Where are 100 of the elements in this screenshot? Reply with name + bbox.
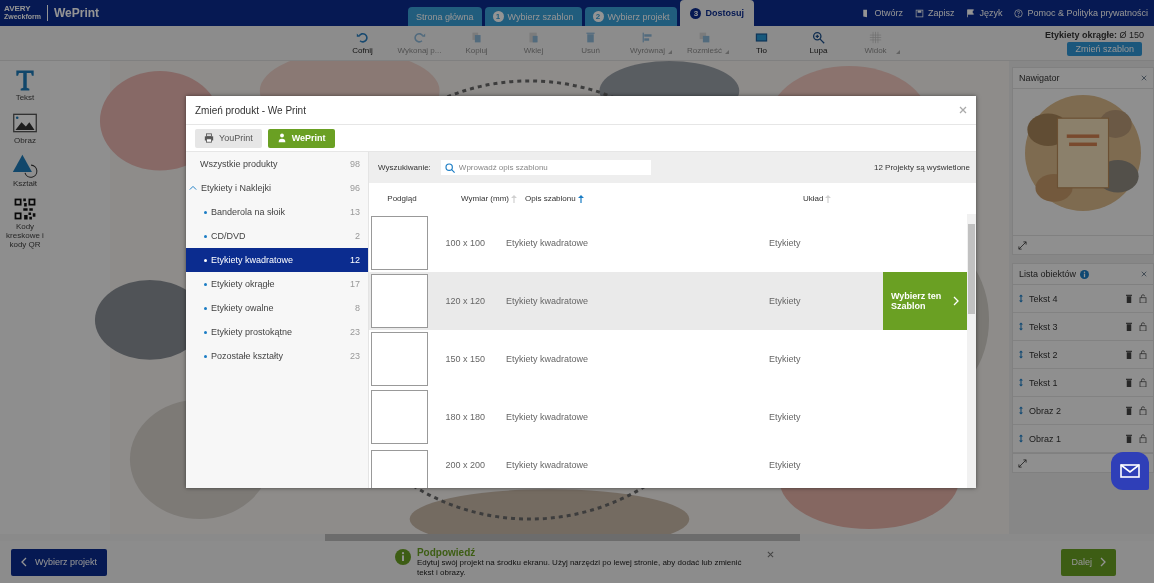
table-cell-text: Etykiety (769, 354, 802, 364)
trash-icon[interactable] (1125, 378, 1133, 387)
object-name[interactable]: Tekst 2 (1029, 349, 1119, 360)
chevron-right-icon (953, 296, 959, 306)
help-icon (1014, 8, 1024, 18)
table-cell-text: Etykiety kwadratowe (505, 412, 590, 422)
product-info: Etykiety okrągłe: Ø 150 (1044, 30, 1144, 40)
search-field[interactable]: Wprowadź opis szablonu (440, 160, 651, 175)
table-cell-text: 180 x 180 (444, 412, 486, 422)
sort-arrow-icon[interactable] (577, 194, 584, 203)
table-cell-text: 200 x 200 (444, 460, 486, 470)
product-name: WePrint (53, 6, 100, 20)
drag-handle-icon[interactable] (1019, 350, 1023, 359)
close-icon[interactable] (959, 106, 967, 114)
lock-icon[interactable] (1139, 322, 1147, 331)
template-preview (371, 390, 428, 444)
object-name[interactable]: Tekst 3 (1029, 321, 1119, 332)
category-item[interactable]: Wszystkie produkty 98 (186, 152, 368, 176)
chevron-left-icon (21, 557, 27, 567)
header-link[interactable]: Zapisz (914, 8, 955, 18)
drag-handle-icon[interactable] (1019, 294, 1023, 303)
scrollbar[interactable] (967, 214, 976, 488)
qr-code-icon (12, 196, 38, 222)
table-cell-text: Etykiety kwadratowe (505, 354, 590, 364)
column-header[interactable]: Opis szablonu (523, 194, 803, 203)
choose-template-button[interactable]: Wybierz ten Szablon (883, 272, 967, 330)
table-cell-text: Etykiety (769, 296, 802, 306)
tool-button[interactable]: Kształt (2, 153, 48, 188)
tool-button[interactable]: Obraz (2, 110, 48, 145)
column-header[interactable]: Układ (803, 194, 893, 203)
chat-button[interactable] (1111, 452, 1149, 490)
lock-icon[interactable] (1139, 294, 1147, 303)
panel-title: Lista obiektów (1019, 269, 1077, 279)
lock-icon[interactable] (1139, 406, 1147, 415)
zoom-in-icon (812, 31, 825, 44)
category-item[interactable]: Pozostałe kształty 23 (186, 344, 368, 368)
lock-icon[interactable] (1139, 378, 1147, 387)
selected-row[interactable]: 120 x 120 Etykiety kwadratowe Etykiety Wybierz ten Szablon (369, 272, 967, 330)
trash-icon[interactable] (1125, 350, 1133, 359)
column-header[interactable]: Wymiar (mm) (433, 194, 523, 203)
table-cell-text: Etykiety kwadratowe (505, 296, 590, 306)
category-item[interactable]: Etykiety prostokątne 23 (186, 320, 368, 344)
result-count: 12 Projekty są wyświetlone (873, 163, 970, 172)
category-item[interactable]: Etykiety okrągłe 17 (186, 272, 368, 296)
step-tab[interactable]: 3 Dostosuj (680, 0, 754, 26)
template-preview (371, 274, 428, 328)
header-link[interactable]: Język (966, 8, 1003, 18)
panel-title: Nawigator (1019, 73, 1060, 83)
category-item[interactable]: Etykiety kwadratowe 12 (186, 248, 368, 272)
close-icon[interactable] (1141, 271, 1147, 277)
object-name[interactable]: Tekst 4 (1029, 293, 1119, 304)
object-name[interactable]: Obraz 2 (1029, 405, 1119, 416)
table-cell-text: Etykiety (769, 412, 802, 422)
info-icon (394, 548, 411, 565)
undo-icon (356, 31, 369, 44)
info-icon[interactable] (1080, 269, 1090, 279)
trash-icon[interactable] (1125, 294, 1133, 303)
drag-handle-icon[interactable] (1019, 378, 1023, 387)
lock-icon[interactable] (1139, 434, 1147, 443)
trash-icon[interactable] (1125, 322, 1133, 331)
category-item[interactable]: CD/DVD 2 (186, 224, 368, 248)
back-button[interactable]: Wybierz projekt (11, 548, 107, 576)
mail-icon (1120, 464, 1140, 478)
header-link[interactable]: Pomoc & Polityka prywatności (1014, 8, 1148, 18)
category-item[interactable]: Etykiety i Naklejki 96 (186, 176, 368, 200)
source-tab[interactable]: YouPrint (195, 128, 262, 148)
trash-icon[interactable] (1125, 406, 1133, 415)
chevron-right-icon (1100, 557, 1106, 567)
hint-title: Podpowiedź (416, 546, 477, 558)
trash-icon[interactable] (1125, 434, 1133, 443)
tool-button[interactable]: Tekst (2, 67, 48, 102)
template-preview (371, 332, 428, 386)
drag-handle-icon[interactable] (1019, 434, 1023, 443)
table-cell-text: 150 x 150 (444, 354, 486, 364)
toolbar-button[interactable]: Lupa (790, 26, 847, 60)
source-tab[interactable]: WePrint (267, 128, 335, 148)
toolbar-button[interactable]: Tło (733, 26, 790, 60)
object-name[interactable]: Obraz 1 (1029, 433, 1119, 444)
close-icon[interactable] (1141, 75, 1147, 81)
expand-icon[interactable] (1018, 240, 1027, 250)
toolbar-button[interactable]: Cofnij (334, 26, 391, 60)
lock-icon[interactable] (1139, 350, 1147, 359)
drag-handle-icon[interactable] (1019, 406, 1023, 415)
search-label: Wyszukiwanie: (378, 163, 431, 172)
shape-icon (12, 153, 38, 179)
hint-text: Edytuj swój projekt na środku ekranu. Użyj narzędzi po lewej stronie, aby dodać lub zmienić tekst i obrazy. (416, 557, 743, 578)
table-cell-text: Etykiety (769, 238, 802, 248)
expand-icon[interactable] (1018, 458, 1027, 468)
object-name[interactable]: Tekst 1 (1029, 377, 1119, 388)
category-item[interactable]: Etykiety owalne 8 (186, 296, 368, 320)
table-cell-text: Etykiety (769, 460, 802, 470)
drag-handle-icon[interactable] (1019, 322, 1023, 331)
category-item[interactable]: Banderola na słoik 13 (186, 200, 368, 224)
close-icon[interactable] (766, 550, 774, 558)
change-template-button[interactable]: Zmień szablon (1067, 42, 1142, 56)
dialog-title: Zmień produkt - We Print (195, 104, 306, 116)
table-cell-text: Etykiety kwadratowe (505, 460, 590, 470)
header-link[interactable]: Otwórz (861, 8, 903, 18)
column-header[interactable]: Podgląd (371, 194, 433, 203)
caret-icon[interactable] (189, 185, 197, 191)
